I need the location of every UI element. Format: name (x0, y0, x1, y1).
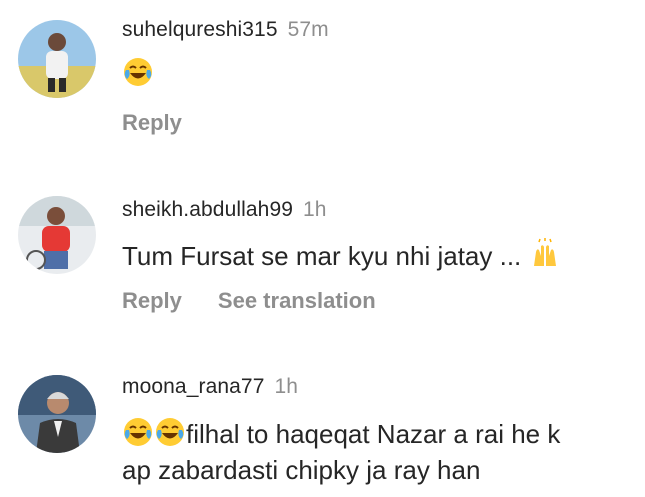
avatar[interactable] (18, 375, 96, 453)
reply-button[interactable]: Reply (122, 110, 182, 135)
comment-text: filhal to haqeqat Nazar a rai he k ap za… (122, 416, 560, 488)
raising-hands-icon (529, 238, 561, 270)
avatar[interactable] (18, 20, 96, 98)
comment-header: sheikh.abdullah99 1h (122, 198, 327, 222)
comment-body-line1: filhal to haqeqat Nazar a rai he k (186, 419, 561, 449)
comment-actions: Reply (122, 110, 218, 136)
comment-text (122, 56, 154, 92)
timestamp: 1h (274, 375, 299, 398)
comment-body: Tum Fursat se mar kyu nhi jatay ... (122, 241, 522, 271)
see-translation-button[interactable]: See translation (218, 288, 376, 313)
comment-text: Tum Fursat se mar kyu nhi jatay ... (122, 238, 561, 274)
face-with-tears-of-joy-icon (154, 416, 186, 448)
comment-actions: Reply See translation (122, 288, 412, 314)
reply-button[interactable]: Reply (122, 288, 182, 313)
timestamp: 57m (287, 18, 329, 41)
avatar[interactable] (18, 196, 96, 274)
comment-body-line2: ap zabardasti chipky ja ray han (122, 455, 481, 485)
comment-header: suhelqureshi315 57m (122, 18, 329, 42)
timestamp: 1h (303, 198, 327, 221)
comment-header: moona_rana77 1h (122, 375, 298, 399)
face-with-tears-of-joy-icon (122, 416, 154, 448)
username[interactable]: sheikh.abdullah99 (122, 198, 293, 221)
face-with-tears-of-joy-icon (122, 56, 154, 88)
username[interactable]: suhelqureshi315 (122, 18, 278, 41)
username[interactable]: moona_rana77 (122, 375, 264, 398)
